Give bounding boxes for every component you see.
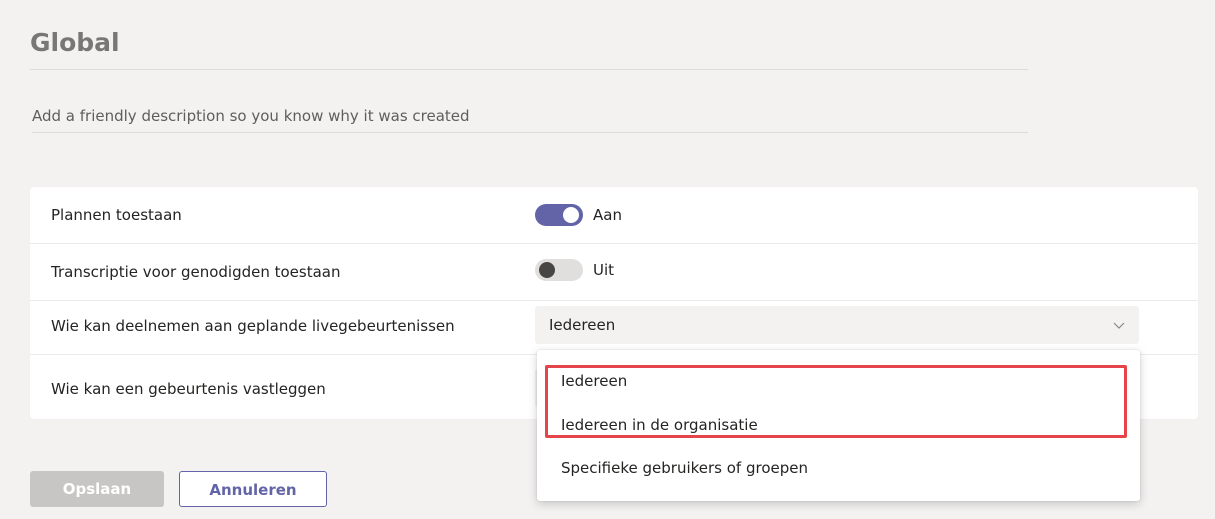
setting-row-deelnemen: Wie kan deelnemen aan geplande livegebeu… — [30, 298, 1198, 355]
deelnemen-select[interactable]: Iedereen — [535, 306, 1139, 344]
toggle-knob — [539, 262, 555, 278]
dropdown-menu: Iedereen Iedereen in de organisatie Spec… — [537, 350, 1140, 501]
title-divider — [30, 69, 1028, 70]
dropdown-option-specifieke-gebruikers[interactable]: Specifieke gebruikers of groepen — [561, 459, 808, 477]
dropdown-option-iedereen-organisatie[interactable]: Iedereen in de organisatie — [561, 416, 758, 434]
setting-label: Wie kan deelnemen aan geplande livegebeu… — [51, 317, 455, 335]
toggle-transcriptie[interactable]: Uit — [535, 258, 614, 282]
setting-label: Transcriptie voor genodigden toestaan — [51, 263, 341, 281]
cancel-button[interactable]: Annuleren — [179, 471, 327, 507]
description-field[interactable]: Add a friendly description so you know w… — [32, 100, 1028, 133]
setting-label: Plannen toestaan — [51, 206, 182, 224]
select-value: Iedereen — [549, 316, 616, 334]
toggle-plannen[interactable]: Aan — [535, 203, 622, 227]
setting-row-plannen: Plannen toestaan Aan — [30, 187, 1198, 244]
dropdown-option-iedereen[interactable]: Iedereen — [561, 372, 627, 390]
toggle-knob — [563, 207, 579, 223]
chevron-down-icon — [1113, 322, 1125, 329]
toggle-switch-off[interactable] — [535, 259, 583, 281]
toggle-switch-on[interactable] — [535, 204, 583, 226]
toggle-state-label: Aan — [593, 206, 622, 224]
description-underline — [32, 132, 1028, 133]
toggle-state-label: Uit — [593, 261, 615, 279]
page-title: Global — [30, 28, 120, 57]
setting-label: Wie kan een gebeurtenis vastleggen — [51, 380, 326, 398]
description-input[interactable]: Add a friendly description so you know w… — [32, 100, 1028, 132]
page-header: Global — [30, 16, 1028, 70]
setting-row-transcriptie: Transcriptie voor genodigden toestaan Ui… — [30, 244, 1198, 301]
save-button[interactable]: Opslaan — [30, 471, 164, 507]
